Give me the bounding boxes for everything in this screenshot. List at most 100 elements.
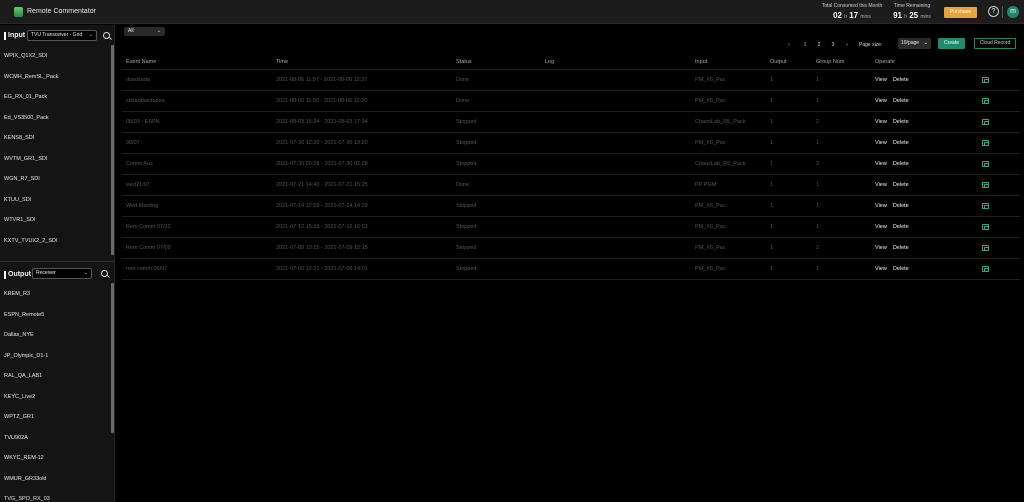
delete-button[interactable]: Delete <box>893 119 909 125</box>
list-item[interactable]: WPTZ_GR1 <box>0 407 112 428</box>
recording-icon[interactable] <box>982 245 989 251</box>
cell-status: Stopped <box>456 140 477 146</box>
list-item[interactable]: KENS8_SDI <box>0 128 112 149</box>
view-button[interactable]: View <box>875 245 887 251</box>
cell-log <box>545 112 685 133</box>
delete-button[interactable]: Delete <box>893 245 909 251</box>
cell-input: PP PGM <box>695 182 717 188</box>
delete-button[interactable]: Delete <box>893 266 909 272</box>
list-item[interactable]: KTUU_SDI <box>0 190 112 211</box>
cell-output: 1 <box>770 182 774 188</box>
delete-button[interactable]: Delete <box>893 77 909 83</box>
view-button[interactable]: View <box>875 224 887 230</box>
page-3-button[interactable]: 3 <box>828 40 838 50</box>
list-item[interactable]: RAL_QA_LAB1 <box>0 366 112 387</box>
list-item[interactable]: WPIX_Q1X2_SDI <box>0 46 112 67</box>
cell-status: Done <box>456 182 470 188</box>
remaining-label: Time Remaining <box>893 3 931 9</box>
list-item[interactable]: ESPN_Remote5 <box>0 305 112 326</box>
output-title: Output <box>4 271 31 279</box>
delete-button[interactable]: Delete <box>893 140 909 146</box>
delete-button[interactable]: Delete <box>893 161 909 167</box>
table-row[interactable]: 30/07 2021-07-30 12:20 - 2021-07-30 13:20… <box>122 133 1020 154</box>
col-output: Output <box>770 59 787 65</box>
cloud-record-button[interactable]: Cloud Record <box>974 38 1016 49</box>
delete-button[interactable]: Delete <box>893 98 909 104</box>
recording-icon[interactable] <box>982 203 989 209</box>
recording-icon[interactable] <box>982 140 989 146</box>
list-item[interactable]: EG_RX_01_Pack <box>0 87 112 108</box>
prev-page-button[interactable]: ‹ <box>784 40 794 50</box>
cell-log <box>545 91 685 112</box>
view-button[interactable]: View <box>875 182 887 188</box>
list-item[interactable]: WCMH_RemSL_Pack <box>0 67 112 88</box>
recording-icon[interactable] <box>982 266 989 272</box>
recording-icon[interactable] <box>982 224 989 230</box>
page-1-button[interactable]: 1 <box>800 40 810 50</box>
input-type-select[interactable]: TVU Transceiver - Grid ⌄ <box>27 30 97 41</box>
list-item[interactable]: WMUR_GR33old <box>0 469 112 490</box>
output-type-select[interactable]: Receiver ⌄ <box>32 268 92 279</box>
help-icon[interactable]: ? <box>988 6 999 17</box>
cell-output: 1 <box>770 161 774 167</box>
recording-icon[interactable] <box>982 161 989 167</box>
page-2-button[interactable]: 2 <box>814 40 824 50</box>
view-button[interactable]: View <box>875 98 887 104</box>
top-bar: Remote Commentator Total Consumed this M… <box>0 0 1024 24</box>
list-item[interactable]: TVG_SPO_RX_03 <box>0 489 112 502</box>
view-button[interactable]: View <box>875 161 887 167</box>
delete-button[interactable]: Delete <box>893 224 909 230</box>
table-row[interactable]: wed21/07 2021-07-21 14:40 - 2021-07-21 15… <box>122 175 1020 196</box>
list-item[interactable]: WKYC_REM-12 <box>0 448 112 469</box>
table-row[interactable]: dasdsada 2021-08-06 11:57 - 2021-08-06 12… <box>122 70 1020 91</box>
table-row[interactable]: sdsaddasdadsa 2021-08-06 11:50 - 2021-08-… <box>122 91 1020 112</box>
view-button[interactable]: View <box>875 140 887 146</box>
recording-icon[interactable] <box>982 98 989 104</box>
cell-log <box>545 133 685 154</box>
view-button[interactable]: View <box>875 203 887 209</box>
list-item[interactable]: WTVR1_SDI <box>0 210 112 231</box>
view-button[interactable]: View <box>875 119 887 125</box>
list-item[interactable]: KEYC_Live2 <box>0 387 112 408</box>
cell-log <box>545 175 685 196</box>
recording-icon[interactable] <box>982 182 989 188</box>
input-title: Input <box>4 32 25 40</box>
cell-operate: View Delete <box>875 196 955 217</box>
cell-event-name: dasdsada <box>126 77 150 83</box>
list-item[interactable]: KREM_R3 <box>0 284 112 305</box>
list-item[interactable]: Ed_VS3500_Pack <box>0 108 112 129</box>
next-page-button[interactable]: › <box>842 40 852 50</box>
list-item[interactable]: Dallas_NYE <box>0 325 112 346</box>
avatar[interactable]: m <box>1007 6 1019 18</box>
page-size-select[interactable]: 10/page ⌄ <box>898 38 931 49</box>
cell-log <box>545 238 685 259</box>
delete-button[interactable]: Delete <box>893 182 909 188</box>
table-row[interactable]: 08/03 - ESPN 2021-08-03 15:34 - 2021-08-0… <box>122 112 1020 133</box>
list-item[interactable]: JP_Olympic_D1-1 <box>0 346 112 367</box>
list-item[interactable]: TVU902A <box>0 428 112 449</box>
recording-icon[interactable] <box>982 77 989 83</box>
view-button[interactable]: View <box>875 77 887 83</box>
cell-operate: View Delete <box>875 238 955 259</box>
list-item[interactable]: KXTV_TVUX2_2_SDI <box>0 231 112 252</box>
list-item[interactable]: WVTM_GR1_SDI <box>0 149 112 170</box>
purchase-button[interactable]: Purchase <box>944 7 977 18</box>
table-header: Event Name Time Status Log Input Output … <box>122 54 1020 70</box>
input-scrollbar[interactable] <box>111 45 114 255</box>
cell-event-name: Rem Comm 07/12 <box>126 224 171 230</box>
delete-button[interactable]: Delete <box>893 203 909 209</box>
recording-icon[interactable] <box>982 119 989 125</box>
table-row[interactable]: rem comm 06/07 2021-07-06 12:21 - 2021-07… <box>122 259 1020 280</box>
table-row[interactable]: Rem Comm 07/12 2021-07-12 15:33 - 2021-07… <box>122 217 1020 238</box>
table-row[interactable]: Comm Aus 2021-07-30 00:28 - 2021-07-30 02… <box>122 154 1020 175</box>
table-row[interactable]: Rem Comm 07/09 2021-07-09 13:15 - 2021-07… <box>122 238 1020 259</box>
create-button[interactable]: Create <box>938 38 965 49</box>
view-button[interactable]: View <box>875 266 887 272</box>
cell-group-num: 1 <box>816 140 820 146</box>
list-item[interactable]: WGN_R7_SDI <box>0 169 112 190</box>
status-filter-select[interactable]: All ⌄ <box>124 27 165 36</box>
output-search-icon[interactable] <box>101 270 108 277</box>
input-search-icon[interactable] <box>103 32 110 39</box>
table-row[interactable]: Wed Meeting 2021-07-14 12:59 - 2021-07-14… <box>122 196 1020 217</box>
output-scrollbar[interactable] <box>111 283 114 433</box>
